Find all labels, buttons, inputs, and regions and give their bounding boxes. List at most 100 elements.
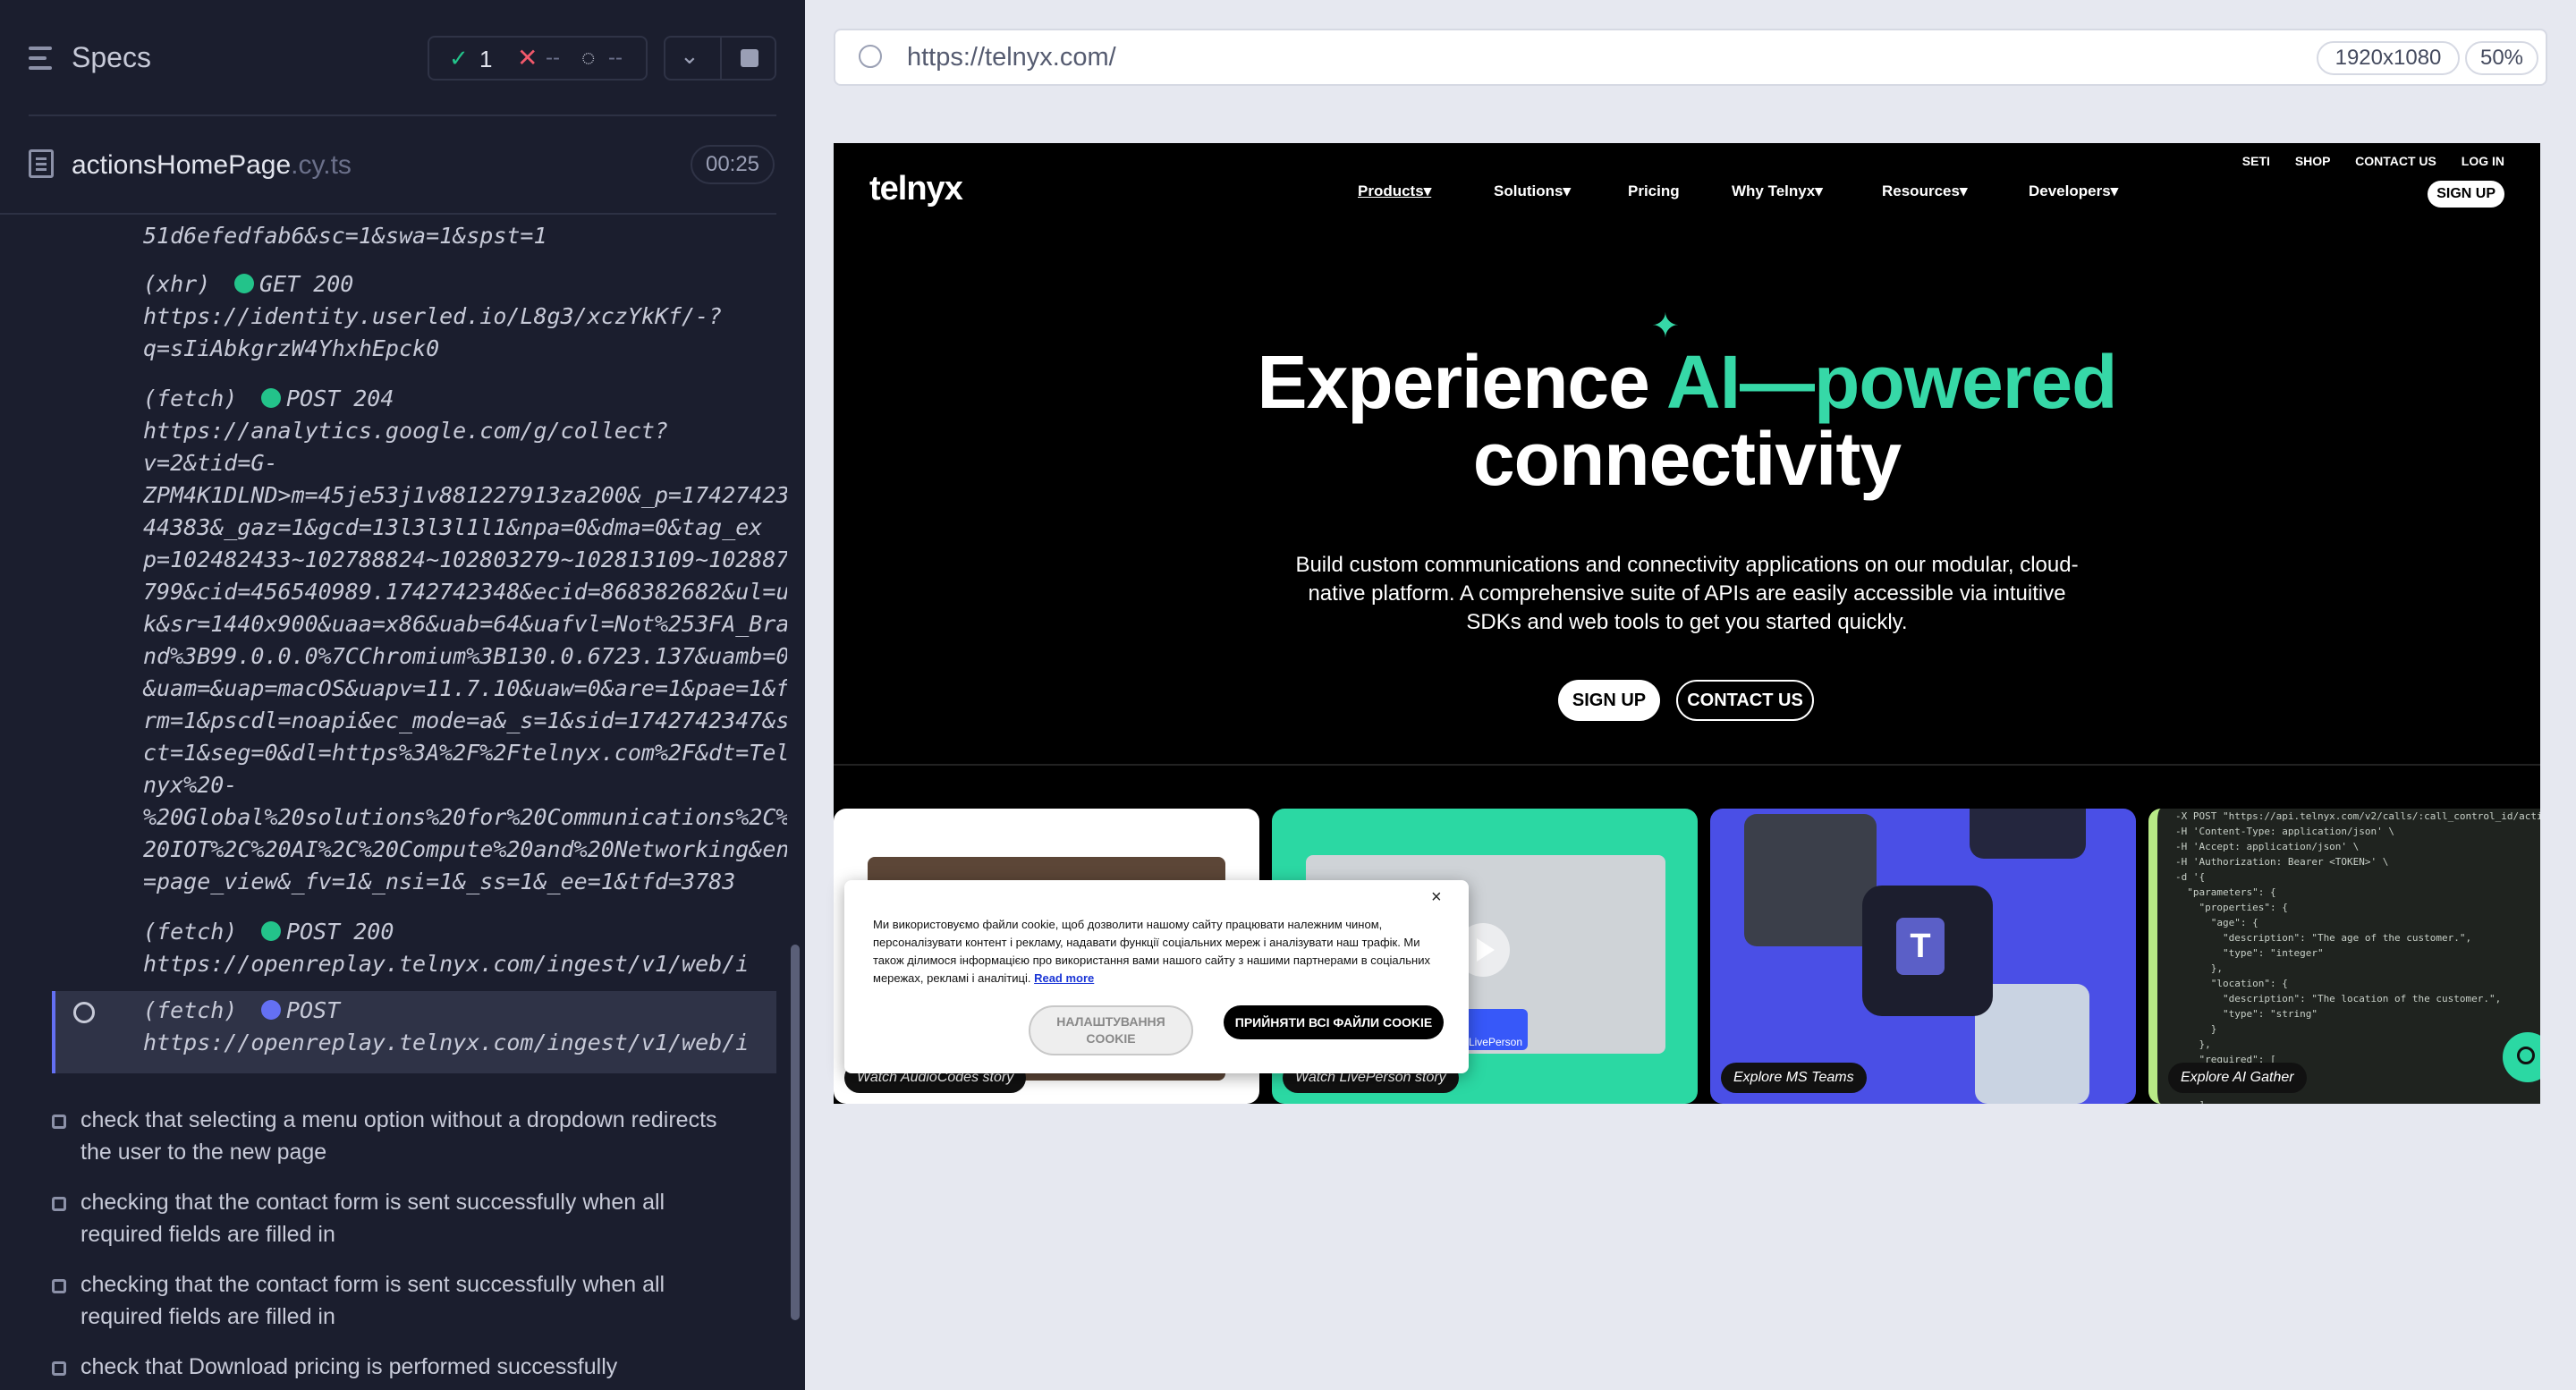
teams-t-glyph: T: [1896, 918, 1945, 975]
nav-resources[interactable]: Resources▾: [1882, 182, 1967, 200]
log-type: (xhr): [143, 271, 211, 297]
test-title: checking that the contact form is sent s…: [80, 1190, 665, 1247]
log-url: k&sr=1440x900&uaa=x86&uab=64&uafvl=Not%2…: [143, 611, 787, 637]
top-link-seti[interactable]: SETI: [2242, 154, 2270, 168]
cookie-text: Ми використовуємо файли cookie, щоб дозв…: [873, 916, 1442, 987]
close-icon[interactable]: ×: [1431, 887, 1442, 908]
card-label[interactable]: Explore AI Gather: [2168, 1063, 2307, 1093]
divider: [29, 114, 776, 116]
log-method: GET 200: [234, 268, 353, 301]
card-photo: [1975, 984, 2089, 1104]
nav-label: Solutions: [1494, 182, 1563, 199]
test-title: check that Download pricing is performed…: [80, 1354, 618, 1379]
nav-products[interactable]: Products▾: [1358, 182, 1431, 200]
log-method: POST: [261, 995, 340, 1027]
hero-contact-button[interactable]: CONTACT US: [1676, 680, 1814, 721]
nav-label: Products: [1358, 182, 1424, 199]
stop-icon[interactable]: [741, 49, 758, 67]
top-links: SETI SHOP CONTACT US LOG IN: [2221, 154, 2504, 168]
log-method-text: POST: [286, 997, 341, 1023]
pending-count: --: [608, 46, 623, 70]
hero-signup-button[interactable]: SIGN UP: [1558, 680, 1660, 721]
status-dot-icon: [261, 1000, 281, 1020]
log-url: p=102482433~102788824~102803279~10281310…: [143, 547, 787, 572]
specs-header: Specs ✓ 1 ✕ -- ◌ -- ⌄: [0, 0, 805, 116]
chevron-down-icon[interactable]: ⌄: [680, 42, 699, 70]
divider: [834, 764, 2540, 766]
nav-pricing[interactable]: Pricing: [1628, 182, 1680, 200]
nav-why-telnyx[interactable]: Why Telnyx▾: [1732, 182, 1823, 200]
log-url: https://analytics.google.com/g/collect?: [143, 418, 668, 444]
log-url: https://openreplay.telnyx.com/ingest/v1/…: [143, 951, 750, 977]
checkbox-icon: [52, 1115, 66, 1129]
log-method-text: POST 200: [286, 919, 394, 945]
file-icon: [29, 149, 54, 178]
log-text: 51d6efedfab6&sc=1&swa=1&spst=1: [143, 223, 547, 249]
test-stats: ✓ 1 ✕ -- ◌ --: [428, 36, 648, 81]
top-link-shop[interactable]: SHOP: [2295, 154, 2330, 168]
log-url: 799&cid=456540989.1742742348&ecid=868382…: [143, 579, 787, 605]
run-controls: ⌄: [664, 36, 776, 81]
nav-signup-button[interactable]: SIGN UP: [2428, 181, 2504, 208]
read-more-link[interactable]: Read more: [1034, 971, 1094, 985]
status-dot-icon: [234, 274, 254, 293]
cypress-runner-panel: Specs ✓ 1 ✕ -- ◌ -- ⌄ actionsHomePage.cy…: [0, 0, 805, 1390]
cookie-settings-button[interactable]: НАЛАШТУВАННЯ COOKIE: [1029, 1005, 1193, 1055]
nav-label: Why Telnyx: [1732, 182, 1816, 199]
story-card-ai-gather[interactable]: -X POST "https://api.telnyx.com/v2/calls…: [2148, 809, 2540, 1104]
checkbox-icon: [52, 1361, 66, 1376]
hero-title-part: connectivity: [1472, 417, 1902, 501]
viewport-size-badge[interactable]: 1920x1080: [2317, 41, 2460, 75]
log-url: rm=1&pscdl=noapi&ec_mode=a&_s=1&sid=1742…: [143, 708, 787, 733]
check-icon: ✓: [449, 45, 469, 72]
log-method-text: POST 204: [286, 386, 394, 411]
log-url: https://openreplay.telnyx.com/ingest/v1/…: [143, 1030, 750, 1055]
command-log[interactable]: 51d6efedfab6&sc=1&swa=1&spst=1 (xhr) GET…: [0, 215, 787, 1081]
hero-title-accent: AI—powered: [1666, 340, 2117, 424]
log-type: (fetch): [143, 997, 238, 1023]
hero-title-part: Experience: [1257, 340, 1667, 424]
log-url: 20IOT%2C%20AI%2C%20Compute%20and%20Netwo…: [143, 836, 787, 862]
card-photo: [1970, 809, 2086, 859]
cookie-message: Ми використовуємо файли cookie, щоб дозв…: [873, 918, 1430, 985]
log-url: ZPM4K1DLND>m=45je53j1v881227913za200&_p=…: [143, 482, 787, 508]
top-link-contact[interactable]: CONTACT US: [2355, 154, 2436, 168]
status-dot-icon: [261, 921, 281, 941]
log-type: (fetch): [143, 386, 238, 411]
status-dot-icon: [261, 388, 281, 408]
globe-icon: [859, 45, 882, 68]
log-url: %20Global%20solutions%20for%20Communicat…: [143, 804, 787, 830]
card-label[interactable]: Explore MS Teams: [1721, 1063, 1867, 1093]
log-url: ct=1&seg=0&dl=https%3A%2F%2Ftelnyx.com%2…: [143, 740, 787, 766]
specs-title[interactable]: Specs: [72, 41, 151, 74]
nav-label: Resources: [1882, 182, 1960, 199]
loading-spinner-icon: [73, 1002, 95, 1023]
log-method-text: GET 200: [259, 271, 354, 297]
passed-count: 1: [479, 46, 493, 72]
hero-title: Experience AI—powered connectivity: [834, 343, 2540, 497]
nav-solutions[interactable]: Solutions▾: [1494, 182, 1571, 200]
hero-subtitle: Build custom communications and connecti…: [1295, 553, 2079, 634]
spec-file-row[interactable]: actionsHomePage.cy.ts 00:25: [0, 118, 805, 213]
specs-menu-icon[interactable]: [29, 45, 59, 72]
card-photo: [1744, 814, 1877, 946]
checkbox-icon: [52, 1279, 66, 1293]
log-url: nd%3B99.0.0.0%7CChromium%3B130.0.6723.13…: [143, 643, 787, 669]
log-type: (fetch): [143, 919, 238, 945]
zoom-badge[interactable]: 50%: [2465, 41, 2538, 75]
scrollbar[interactable]: [791, 945, 800, 1320]
cookie-accept-button[interactable]: ПРИЙНЯТИ ВСІ ФАЙЛИ COOKIE: [1224, 1005, 1444, 1039]
telnyx-logo[interactable]: telnyx: [869, 170, 963, 208]
url-text[interactable]: https://telnyx.com/: [907, 43, 1116, 72]
active-log-entry[interactable]: (fetch) POST https://openreplay.telnyx.c…: [52, 991, 776, 1073]
log-url: nyx%20-: [143, 772, 238, 798]
log-url: v=2&tid=G-: [143, 450, 278, 476]
story-card-ms-teams[interactable]: T Explore MS Teams: [1710, 809, 2136, 1104]
divider: [720, 38, 722, 79]
url-bar[interactable]: https://telnyx.com/ 1920x1080 50%: [834, 29, 2547, 86]
spec-file-ext: .cy.ts: [291, 150, 352, 180]
top-link-login[interactable]: LOG IN: [2462, 154, 2504, 168]
nav-developers[interactable]: Developers▾: [2029, 182, 2118, 200]
test-title: checking that the contact form is sent s…: [80, 1272, 665, 1329]
log-method: POST 204: [261, 383, 394, 415]
